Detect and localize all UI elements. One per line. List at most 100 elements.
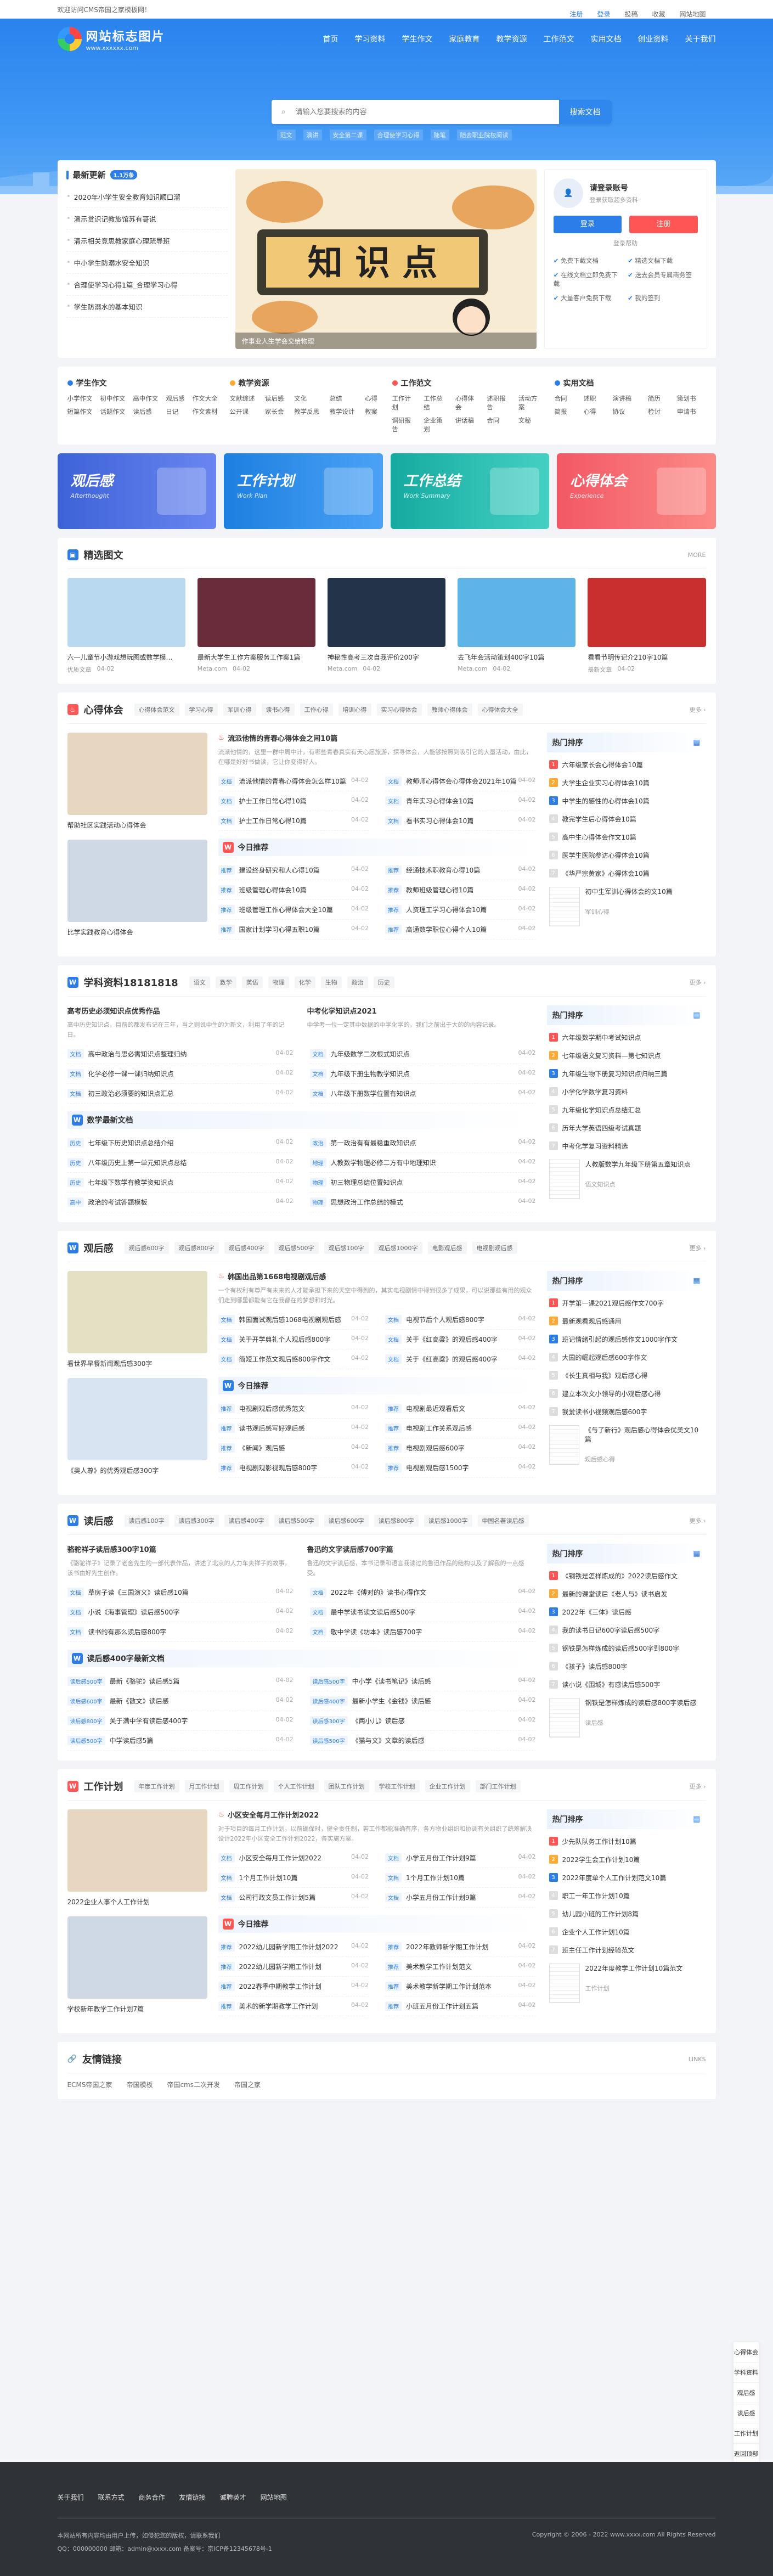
category-link[interactable]: 简报 (555, 407, 577, 416)
ranking-title-text[interactable]: 高中生心得体会作文10篇 (562, 833, 636, 842)
hot-word[interactable]: 合理使学习心得 (374, 130, 423, 140)
recommend-row[interactable]: 推荐 电视剧观后感优秀范文 04-02 (218, 1399, 369, 1419)
ranking-title-text[interactable]: 职工一年工作计划10篇 (562, 1891, 630, 1900)
register-link[interactable]: 注册 (569, 9, 583, 19)
recommend-title[interactable]: 美术教学工作计划范文 (406, 1962, 472, 1971)
section-tab[interactable]: 学习心得 (184, 704, 218, 716)
doc-preview[interactable]: 人教版数学九年级下册第五章知识点 语文知识点 (547, 1155, 706, 1203)
featured-title-text[interactable]: 高考历史必须知识点优秀作品 (67, 1005, 160, 1016)
nav-item[interactable]: 工作范文 (544, 33, 574, 44)
footer-link[interactable]: 友情链接 (179, 2493, 206, 2502)
section-tab[interactable]: 中国名著读后感 (477, 1515, 529, 1527)
nav-item[interactable]: 学生作文 (402, 33, 433, 44)
ranking-title-text[interactable]: 九年级生物下册复习知识点归纳三篇 (562, 1069, 668, 1078)
article-row[interactable]: 文档 电视节后个人观后感800字 04-02 (385, 1310, 536, 1330)
recommend-title[interactable]: 电视剧观影视观后感800字 (239, 1463, 318, 1472)
section-tab[interactable]: 企业工作计划 (425, 1780, 470, 1792)
category-link[interactable]: 读后感 (265, 394, 287, 403)
recommend-title[interactable]: 电视剧观后感优秀范文 (239, 1404, 305, 1413)
category-link[interactable]: 小学作文 (67, 394, 94, 403)
featured-title-text[interactable]: 小区安全每月工作计划2022 (228, 1809, 319, 1820)
recommend-row[interactable]: 推荐 教师班级管理心得10篇 04-02 (385, 880, 536, 900)
article-title[interactable]: 读书的有那么读后感800字 (88, 1627, 167, 1636)
recommend-row[interactable]: 物理 初三物理总结位置知识点 04-02 (309, 1173, 536, 1193)
ranking-title-text[interactable]: 班主任工作计划经验范文 (562, 1945, 635, 1955)
ranking-title-text[interactable]: 读小说《围城》有感读后感500字 (562, 1680, 661, 1689)
recommend-row[interactable]: 推荐 2022春季中期教学工作计划 04-02 (218, 1977, 369, 1996)
recommend-title[interactable]: 思想政治工作总结的模式 (331, 1197, 403, 1207)
category-link[interactable]: 教学设计 (330, 407, 359, 416)
section-tab[interactable]: 读后感100字 (124, 1515, 169, 1527)
hot-word[interactable]: 演讲 (303, 130, 322, 140)
article-title[interactable]: 2022年《傅对的》读书心得作文 (331, 1588, 427, 1597)
article-row[interactable]: 文档 简短工作范文观后感800字作文 04-02 (218, 1349, 369, 1369)
ranking-item[interactable]: 6 建立本次文小领导的小观后感心得 (547, 1385, 706, 1403)
pick-item[interactable]: 去飞年会活动策划400字10篇 Meta.com 04-02 (458, 578, 576, 674)
section-tab[interactable]: 生物 (320, 976, 342, 988)
category-link[interactable]: 述职报告 (487, 394, 512, 412)
article-row[interactable]: 文档 初三政治必须要的知识点汇总 04-02 (67, 1084, 294, 1104)
recommend-row[interactable]: 政治 第一政治有有最稳重政知识点 04-02 (309, 1133, 536, 1153)
ranking-item[interactable]: 6 医学生医院参访心得体会10篇 (547, 846, 706, 864)
section-tab[interactable]: 观后感1000字 (374, 1242, 422, 1254)
section-tab[interactable]: 周工作计划 (229, 1780, 268, 1792)
recommend-row[interactable]: 推荐 读书观后感写好观后感 04-02 (218, 1419, 369, 1438)
news-item[interactable]: 2020年小学生安全教育知识顺口溜 (66, 186, 228, 208)
ranking-title-text[interactable]: 开学第一课2021观后感作文700字 (562, 1298, 664, 1308)
recommend-row[interactable]: 推荐 2022年教师新学期工作计划 04-02 (385, 1937, 536, 1957)
favorite-link[interactable]: 收藏 (652, 9, 665, 19)
ranking-title-text[interactable]: 少先队队务工作计划10篇 (562, 1837, 636, 1846)
pick-item[interactable]: 六一儿童节小游戏想玩图或数学模… 优质文章 04-02 (67, 578, 185, 674)
article-title[interactable]: 小学五月份工作计划9篇 (406, 1893, 476, 1902)
ranking-title-text[interactable]: 六年级家长会心得体会10篇 (562, 760, 643, 769)
article-row[interactable]: 文档 九年级数学二次根式知识点 04-02 (309, 1044, 536, 1064)
ranking-item[interactable]: 3 班记情绪引起的观后感作文1000字作文 (547, 1330, 706, 1348)
recommend-row[interactable]: 推荐 2022幼儿园新学期工作计划 04-02 (218, 1957, 369, 1977)
recommend-row[interactable]: 地理 人教数学物理必修二方有中地理知识 04-02 (309, 1153, 536, 1173)
thumb-item[interactable]: 学校新年教学工作计划7篇 (67, 1916, 207, 2013)
category-link[interactable]: 合同 (555, 394, 577, 403)
pick-item[interactable]: 看看节明传记介210字10篇 最新文章 04-02 (588, 578, 706, 674)
ranking-title-text[interactable]: 教完学生后心得体会10篇 (562, 814, 636, 824)
section-tab[interactable]: 部门工作计划 (475, 1780, 521, 1792)
ranking-title-text[interactable]: 最新观看观后感通用 (562, 1317, 622, 1326)
article-row[interactable]: 文档 关于《红高粱》的观后感400字 04-02 (385, 1349, 536, 1369)
category-link[interactable]: 日记 (166, 407, 185, 416)
article-row[interactable]: 文档 草房子读《三国演义》读后感10篇 04-02 (67, 1583, 294, 1602)
recommend-title[interactable]: 初三物理总结位置知识点 (331, 1178, 403, 1187)
thumb-item[interactable]: 《奥人尊》的优秀观后感300字 (67, 1378, 207, 1475)
recommend-title[interactable]: 第一政治有有最稳重政知识点 (331, 1138, 416, 1148)
ranking-title-text[interactable]: 医学生医院参访心得体会10篇 (562, 851, 650, 860)
category-link[interactable]: 讲话稿 (455, 416, 481, 434)
ranking-item[interactable]: 1 六年级家长会心得体会10篇 (547, 756, 706, 774)
news-item[interactable]: 中小学生防溺水安全知识 (66, 252, 228, 274)
category-link[interactable]: 策划书 (677, 394, 706, 403)
ranking-item[interactable]: 1 少先队队务工作计划10篇 (547, 1832, 706, 1851)
category-link[interactable]: 家长会 (265, 407, 287, 416)
ranking-item[interactable]: 1 开学第一课2021观后感作文700字 (547, 1294, 706, 1312)
doc-preview[interactable]: 钢铁是怎样炼成的读后感800字读后感 读后感 (547, 1694, 706, 1742)
ranking-title-text[interactable]: 《长生真相与我》观后感心得 (562, 1371, 648, 1380)
category-link[interactable]: 作文素材 (193, 407, 219, 416)
more-link[interactable]: 更多 › (690, 705, 706, 714)
article-title[interactable]: 关于开学典礼个人观后感800字 (239, 1335, 331, 1344)
recommend-row[interactable]: 读后感800字 关于满中学有读后感400字 04-02 (67, 1711, 294, 1731)
recommend-row[interactable]: 推荐 班级管理工作心得体会大全10篇 04-02 (218, 900, 369, 920)
recommend-row[interactable]: 推荐 电视剧观影视观后感800字 04-02 (218, 1458, 369, 1478)
recommend-title[interactable]: 关于满中学有读后感400字 (110, 1716, 188, 1725)
friend-link[interactable]: ECMS帝国之家 (67, 2080, 112, 2089)
category-title[interactable]: 学生作文 (76, 378, 107, 389)
picks-more[interactable]: MORE (688, 552, 706, 559)
category-link[interactable]: 公开课 (230, 407, 259, 416)
hot-word[interactable]: 随去职业院校阅读 (456, 130, 512, 140)
article-row[interactable]: 文档 八年级下册数学位置有知识点 04-02 (309, 1084, 536, 1104)
recommend-row[interactable]: 推荐 小班五月份工作计划五篇 04-02 (385, 1996, 536, 2016)
recommend-title[interactable]: 最新《散文》读后感 (110, 1696, 169, 1706)
section-tab[interactable]: 电影观后感 (427, 1242, 467, 1254)
article-row[interactable]: 文档 护士工作日常心得10篇 04-02 (218, 811, 369, 831)
recommend-title[interactable]: 电视剧观后感600字 (406, 1443, 465, 1453)
category-link[interactable]: 教案 (365, 407, 381, 416)
back-to-top-button[interactable]: 返回顶部 (733, 2444, 759, 2464)
login-button[interactable]: 登录 (553, 216, 622, 233)
recommend-row[interactable]: 推荐 美术的新学期教学工作计划 04-02 (218, 1996, 369, 2016)
